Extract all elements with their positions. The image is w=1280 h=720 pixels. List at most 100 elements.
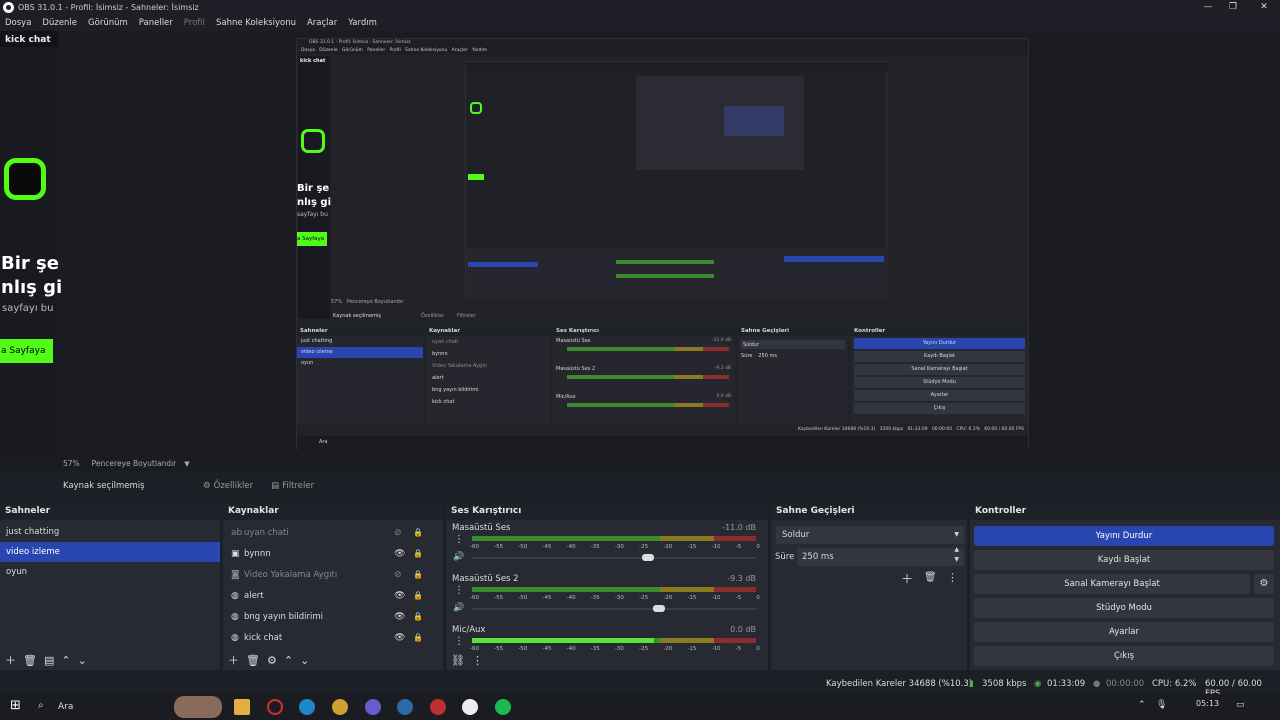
nested-trans-type: Soldur (741, 340, 845, 349)
channel-name: Mic/Aux (452, 625, 486, 635)
arrow-down-icon[interactable]: ⌄ (300, 654, 309, 667)
lock-icon[interactable]: 🔒 (413, 528, 423, 537)
arrow-up-icon[interactable]: ⌃ (284, 654, 293, 667)
speaker-icon[interactable]: 🔊 (453, 603, 464, 613)
menu-icon[interactable]: ⋮ (947, 571, 958, 584)
chrome-alt-icon[interactable] (430, 699, 446, 715)
search-icon[interactable]: ⌕ (38, 700, 44, 711)
volume-slider[interactable] (472, 605, 756, 612)
lock-icon[interactable]: 🔒 (413, 570, 423, 579)
nested-deep-docks (466, 248, 888, 298)
stream-icon: ◉ (1034, 679, 1042, 689)
nested-mix-db: -11.0 dB (711, 338, 731, 343)
menu-paneller[interactable]: Paneller (139, 18, 173, 28)
control-button-0[interactable]: Yayını Durdur (974, 526, 1274, 546)
link-icon[interactable]: ⛓ (451, 654, 465, 667)
filters-button[interactable]: ▤ Filtreler (271, 481, 314, 491)
channel-menu-icon[interactable]: ⋮ (454, 636, 464, 647)
scene-item[interactable]: just chatting (0, 522, 220, 542)
lock-icon[interactable]: 🔒 (413, 591, 423, 600)
add-icon[interactable]: ＋ (5, 652, 16, 668)
arrow-up-icon[interactable]: ⌃ (61, 654, 70, 667)
nested-sources-title: Kaynaklar (426, 326, 550, 336)
duration-spinbox[interactable]: 250 ms ▲ ▼ (797, 545, 964, 566)
transition-select[interactable]: Soldur ▼ (776, 526, 964, 544)
close-button[interactable]: ✕ (1250, 0, 1278, 15)
source-item[interactable]: ◙ Video Yakalama Aygıtı ⊘ 🔒 (223, 564, 443, 585)
gear-icon[interactable]: ⚙ (267, 654, 277, 667)
control-button-3[interactable]: Stüdyo Modu (974, 598, 1274, 618)
source-item[interactable]: ◍ kick chat 👁 🔒 (223, 627, 443, 648)
menu-profil[interactable]: Profil (184, 18, 205, 28)
windows-start-icon[interactable]: ⊞ (10, 698, 21, 713)
tick-label: -15 (687, 595, 697, 601)
control-button-4[interactable]: Ayarlar (974, 622, 1274, 642)
opera-icon[interactable] (267, 699, 283, 715)
menu-düzenle[interactable]: Düzenle (42, 18, 77, 28)
trash-icon[interactable]: 🗑 (246, 654, 260, 667)
source-item[interactable]: ab uyan chati ⊘ 🔒 (223, 522, 443, 543)
steam-icon[interactable] (397, 699, 413, 715)
source-item[interactable]: ▣ bynnn 👁 🔒 (223, 543, 443, 564)
menu-icon[interactable]: ⋮ (472, 654, 483, 667)
scene-item[interactable]: video izleme (0, 542, 220, 562)
volume-slider[interactable] (472, 554, 756, 561)
eye-off-icon[interactable]: ⊘ (394, 528, 402, 538)
maximize-button[interactable]: ❐ (1219, 0, 1247, 15)
add-icon[interactable]: ＋ (228, 652, 239, 668)
file-explorer-icon[interactable] (234, 699, 250, 715)
trash-icon[interactable]: 🗑 (23, 654, 37, 667)
eye-icon[interactable]: 👁 (394, 591, 405, 601)
menu-yardım[interactable]: Yardım (348, 18, 377, 28)
menu-görünüm[interactable]: Görünüm (88, 18, 128, 28)
menu-araçlar[interactable]: Araçlar (307, 18, 337, 28)
menu-sahne-koleksiyonu[interactable]: Sahne Koleksiyonu (216, 18, 296, 28)
source-item[interactable]: ◍ alert 👁 🔒 (223, 585, 443, 606)
properties-button[interactable]: ⚙ Özellikler (203, 481, 253, 491)
obs-taskbar-icon[interactable] (462, 699, 478, 715)
gear-icon[interactable]: ⚙ (1254, 574, 1274, 594)
spotify-icon[interactable] (495, 699, 511, 715)
discord-icon[interactable] (365, 699, 381, 715)
filter-icon[interactable]: ▤ (44, 654, 54, 667)
minimize-button[interactable]: — (1194, 0, 1222, 15)
taskbar-search[interactable]: Ara (58, 702, 73, 712)
control-button-1[interactable]: Kaydı Başlat (974, 550, 1274, 570)
eye-icon[interactable]: 👁 (394, 549, 405, 559)
channel-menu-icon[interactable]: ⋮ (454, 534, 464, 545)
tick-label: -5 (735, 595, 742, 601)
scale-mode-select[interactable]: Pencereye Boyutlandır (92, 459, 177, 468)
notification-icon[interactable]: ▭ (1236, 700, 1245, 710)
mic-icon[interactable]: 🎙 (1156, 700, 1167, 710)
controls-dock: Kontroller Yayını Durdur Kaydı Başlat Sana… (970, 502, 1280, 670)
chrome-icon[interactable] (332, 699, 348, 715)
nested-mix-channel: Masaüstü Ses 2 -9.3 dB (553, 364, 735, 392)
add-transition-icon[interactable]: ＋ (901, 570, 913, 587)
lock-icon[interactable]: 🔒 (413, 549, 423, 558)
control-button-5[interactable]: Çıkış (974, 646, 1274, 666)
arrow-down-icon[interactable]: ⌄ (78, 654, 87, 667)
eye-off-icon[interactable]: ⊘ (394, 570, 402, 580)
eye-icon[interactable]: 👁 (394, 633, 405, 643)
edge-icon[interactable] (299, 699, 315, 715)
tick-label: -55 (494, 595, 504, 601)
chevron-down-icon[interactable]: ▼ (184, 460, 189, 468)
eye-icon[interactable]: 👁 (394, 612, 405, 622)
clock[interactable]: 05:13 (1196, 699, 1219, 708)
lock-icon[interactable]: 🔒 (413, 633, 423, 642)
nested-search: Ara (319, 439, 328, 445)
gear-icon: ⚙ (203, 481, 211, 491)
speaker-icon[interactable]: 🔊 (453, 552, 464, 562)
menu-dosya[interactable]: Dosya (5, 18, 31, 28)
control-button-2[interactable]: Sanal Kamerayı Başlat (974, 574, 1250, 594)
record-icon: ● (1093, 679, 1101, 689)
lock-icon[interactable]: 🔒 (413, 612, 423, 621)
channel-menu-icon[interactable]: ⋮ (454, 585, 464, 596)
volume-slider-knob[interactable] (653, 605, 666, 612)
source-item[interactable]: ◍ bng yayın bildirimi 👁 🔒 (223, 606, 443, 627)
trash-icon[interactable]: 🗑 (924, 572, 937, 583)
spin-arrows-icon[interactable]: ▲ ▼ (954, 545, 959, 565)
scene-item[interactable]: oyun (0, 562, 220, 582)
tray-chevron-icon[interactable]: ⌃ (1138, 700, 1146, 710)
volume-slider-knob[interactable] (642, 554, 655, 561)
